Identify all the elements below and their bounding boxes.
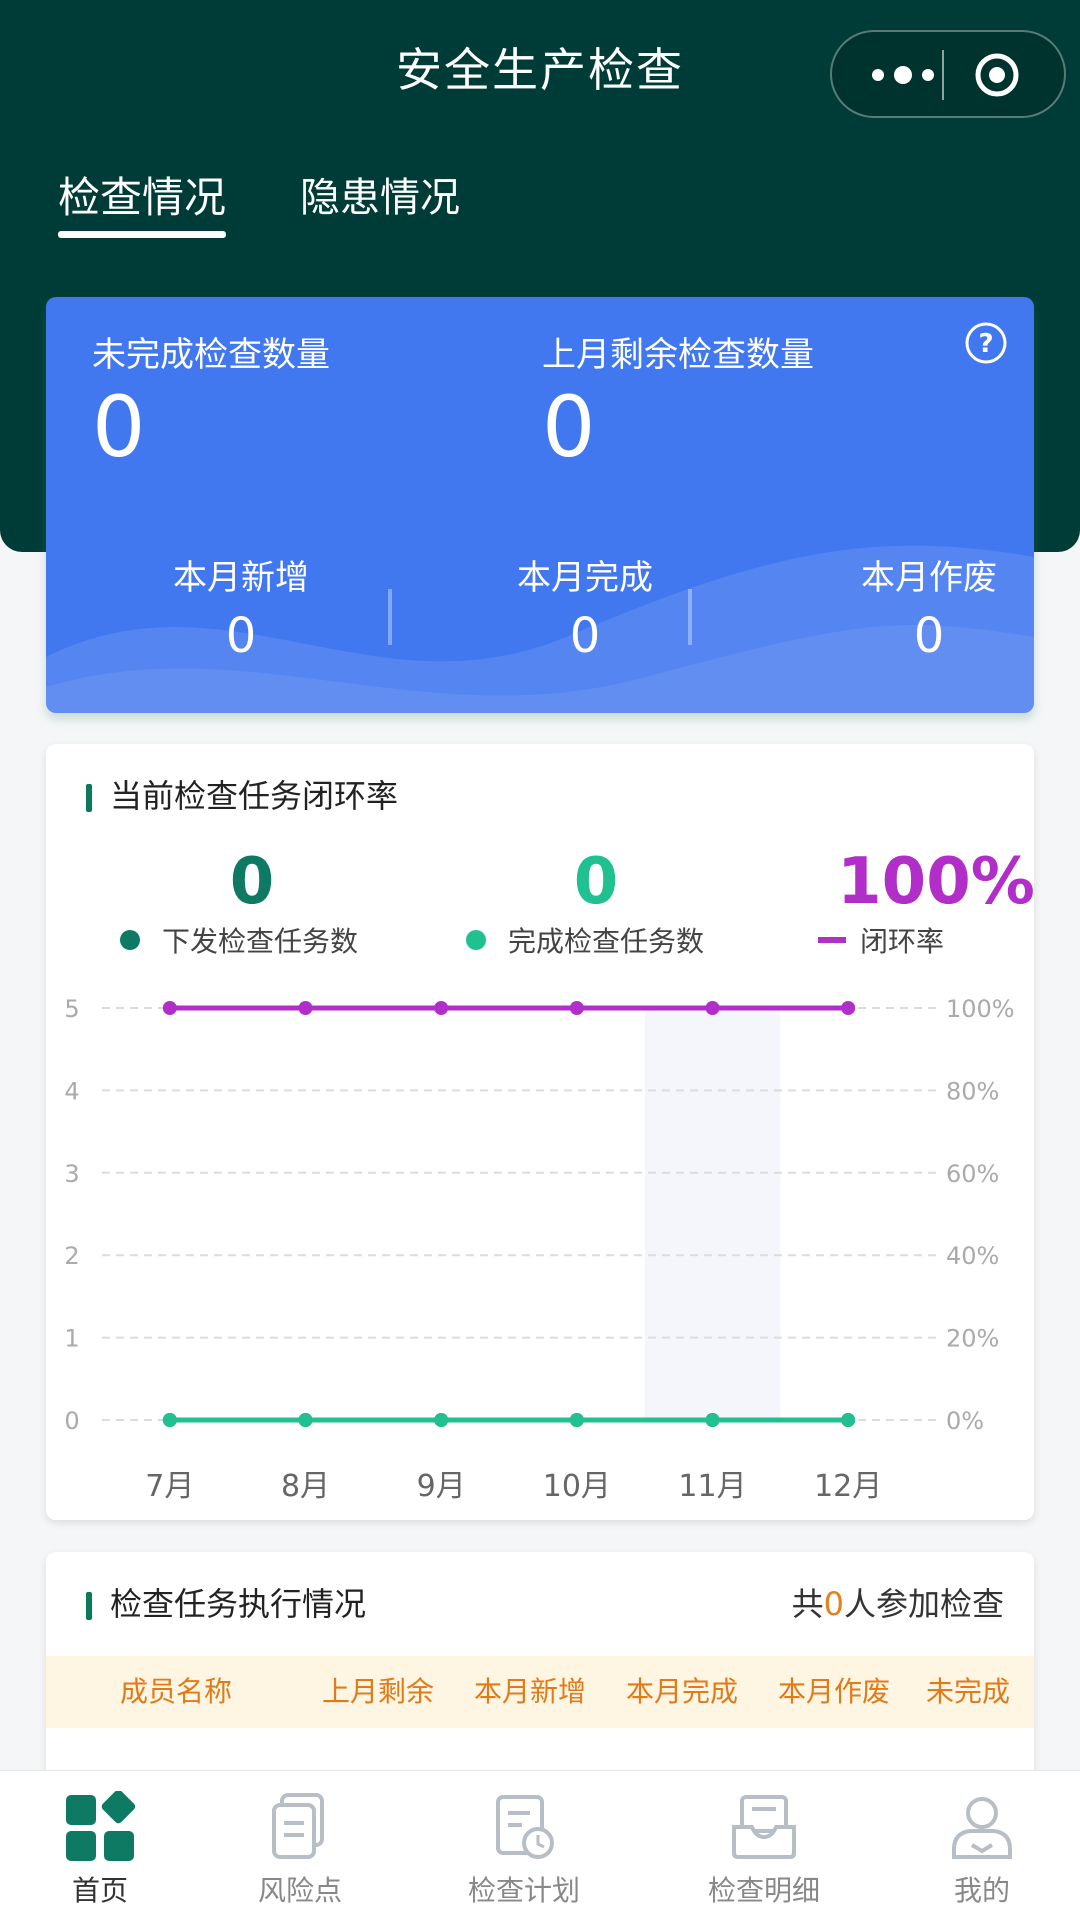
legend-rate-label: 闭环率 — [860, 925, 945, 958]
nav-inspection-detail[interactable]: 检查明细 — [664, 1771, 864, 1921]
home-grid-icon — [66, 1791, 136, 1861]
series-point — [298, 1413, 313, 1427]
x-tick-label: 9月 — [417, 1469, 466, 1504]
legend-completed-label: 完成检查任务数 — [508, 925, 705, 958]
stat-new: 本月新增 0 — [126, 555, 356, 671]
closure-rate: 100% — [837, 845, 1035, 919]
x-tick-label: 12月 — [814, 1469, 882, 1504]
tab-inspection[interactable]: 检查情况 — [58, 168, 227, 238]
summary-card: 未完成检查数量 0 上月剩余检查数量 0 ? 本月新增 0 本月完成 0 本月作… — [46, 297, 1034, 713]
series-point — [841, 1413, 856, 1427]
tray-detail-icon — [732, 1795, 796, 1859]
stat-new-value: 0 — [225, 608, 257, 664]
schedule-icon — [496, 1795, 554, 1859]
series-point — [841, 1001, 856, 1015]
user-icon — [952, 1797, 1012, 1859]
col-month-new[interactable]: 本月新增 — [460, 1656, 600, 1728]
unfinished-label: 未完成检查数量 — [92, 335, 330, 375]
series-point — [705, 1413, 720, 1427]
execution-table-header: 成员名称 上月剩余 本月新增 本月完成 本月作废 未完成 — [46, 1656, 1034, 1728]
closure-line-chart: 0 1 2 3 4 5 0% 20% 40% 60% 80% 100% 7月 8月 9月 10月 11月 12月 — [64, 995, 1015, 1504]
x-tick-label: 10月 — [543, 1469, 611, 1504]
legend-issued-label: 下发检查任务数 — [162, 925, 359, 958]
participant-suffix: 人参加检查 — [843, 1585, 1004, 1623]
stat-void: 本月作废 0 — [814, 555, 1034, 671]
y-left-tick: 2 — [64, 1242, 79, 1270]
closure-title: 当前检查任务闭环率 — [86, 774, 398, 818]
nav-home-label: 首页 — [71, 1874, 128, 1907]
stat-done-value: 0 — [569, 608, 601, 664]
nav-inspection-detail-label: 检查明细 — [707, 1874, 820, 1907]
x-tick-label: 8月 — [281, 1469, 330, 1504]
y-left-tick: 4 — [64, 1077, 79, 1105]
nav-risk-points-label: 风险点 — [257, 1874, 342, 1907]
unfinished-value: 0 — [92, 378, 146, 476]
bottom-nav: 首页 风险点 检查计划 检查明细 我的 — [0, 1770, 1080, 1921]
nav-mine-label: 我的 — [953, 1874, 1010, 1907]
target-icon[interactable] — [974, 52, 1020, 98]
col-member-name[interactable]: 成员名称 — [76, 1656, 276, 1728]
stat-void-label: 本月作废 — [861, 558, 997, 598]
y-right-tick: 0% — [946, 1407, 984, 1435]
y-right-tick: 100% — [946, 995, 1015, 1023]
series-point — [434, 1413, 449, 1427]
participant-count: 0 — [823, 1585, 844, 1623]
tab-hazard[interactable]: 隐患情况 — [300, 168, 460, 228]
highlight-band — [644, 1008, 781, 1420]
series-point — [705, 1001, 720, 1015]
last-month-value: 0 — [542, 378, 596, 476]
y-right-tick: 40% — [946, 1242, 999, 1270]
y-left-tick: 5 — [64, 995, 79, 1023]
legend-line — [818, 937, 846, 943]
series-point — [162, 1413, 177, 1427]
issued-count: 0 — [229, 845, 275, 919]
capsule-divider — [942, 50, 944, 100]
mini-program-capsule — [830, 30, 1066, 118]
x-tick-label: 11月 — [678, 1469, 746, 1504]
stat-divider — [388, 589, 392, 645]
legend-dot — [120, 930, 140, 950]
y-right-tick: 60% — [946, 1160, 999, 1188]
nav-inspection-plan-label: 检查计划 — [467, 1874, 580, 1907]
stat-divider — [688, 589, 692, 645]
completed-count: 0 — [573, 845, 619, 919]
execution-title: 检查任务执行情况 — [86, 1582, 366, 1626]
document-icon — [272, 1793, 324, 1859]
nav-inspection-plan[interactable]: 检查计划 — [424, 1771, 624, 1921]
last-month-label: 上月剩余检查数量 — [542, 335, 814, 375]
series-point — [569, 1413, 584, 1427]
y-left-tick: 0 — [64, 1407, 79, 1435]
y-left-tick: 3 — [64, 1160, 79, 1188]
col-month-void[interactable]: 本月作废 — [764, 1656, 904, 1728]
series-point — [569, 1001, 584, 1015]
participant-summary: 共0人参加检查 — [792, 1582, 1004, 1626]
legend-rate: 闭环率 — [818, 922, 944, 962]
x-tick-label: 7月 — [145, 1469, 194, 1504]
series-point — [162, 1001, 177, 1015]
nav-risk-points[interactable]: 风险点 — [200, 1771, 400, 1921]
y-right-tick: 20% — [946, 1325, 999, 1353]
closure-rate-card: 当前检查任务闭环率 0 0 100% 下发检查任务数 完成检查任务数 闭环率 0… — [46, 744, 1035, 1520]
question-circle-icon[interactable]: ? — [964, 321, 1008, 365]
participant-prefix: 共 — [791, 1585, 824, 1623]
col-month-done[interactable]: 本月完成 — [612, 1656, 752, 1728]
col-unfinished[interactable]: 未完成 — [908, 1656, 1028, 1728]
svg-text:?: ? — [978, 329, 993, 359]
legend-dot — [466, 930, 486, 950]
stat-void-value: 0 — [913, 608, 945, 664]
stat-done-label: 本月完成 — [517, 558, 653, 598]
series-point — [298, 1001, 313, 1015]
stat-done: 本月完成 0 — [470, 555, 700, 671]
y-left-tick: 1 — [64, 1325, 79, 1353]
more-dots-icon[interactable] — [868, 62, 938, 88]
legend-issued: 下发检查任务数 — [120, 922, 358, 962]
nav-home[interactable]: 首页 — [0, 1771, 200, 1921]
stat-new-label: 本月新增 — [173, 558, 309, 598]
nav-mine[interactable]: 我的 — [882, 1771, 1080, 1921]
y-right-tick: 80% — [946, 1077, 999, 1105]
legend-completed: 完成检查任务数 — [466, 922, 704, 962]
series-point — [434, 1001, 449, 1015]
col-last-remaining[interactable]: 上月剩余 — [308, 1656, 448, 1728]
